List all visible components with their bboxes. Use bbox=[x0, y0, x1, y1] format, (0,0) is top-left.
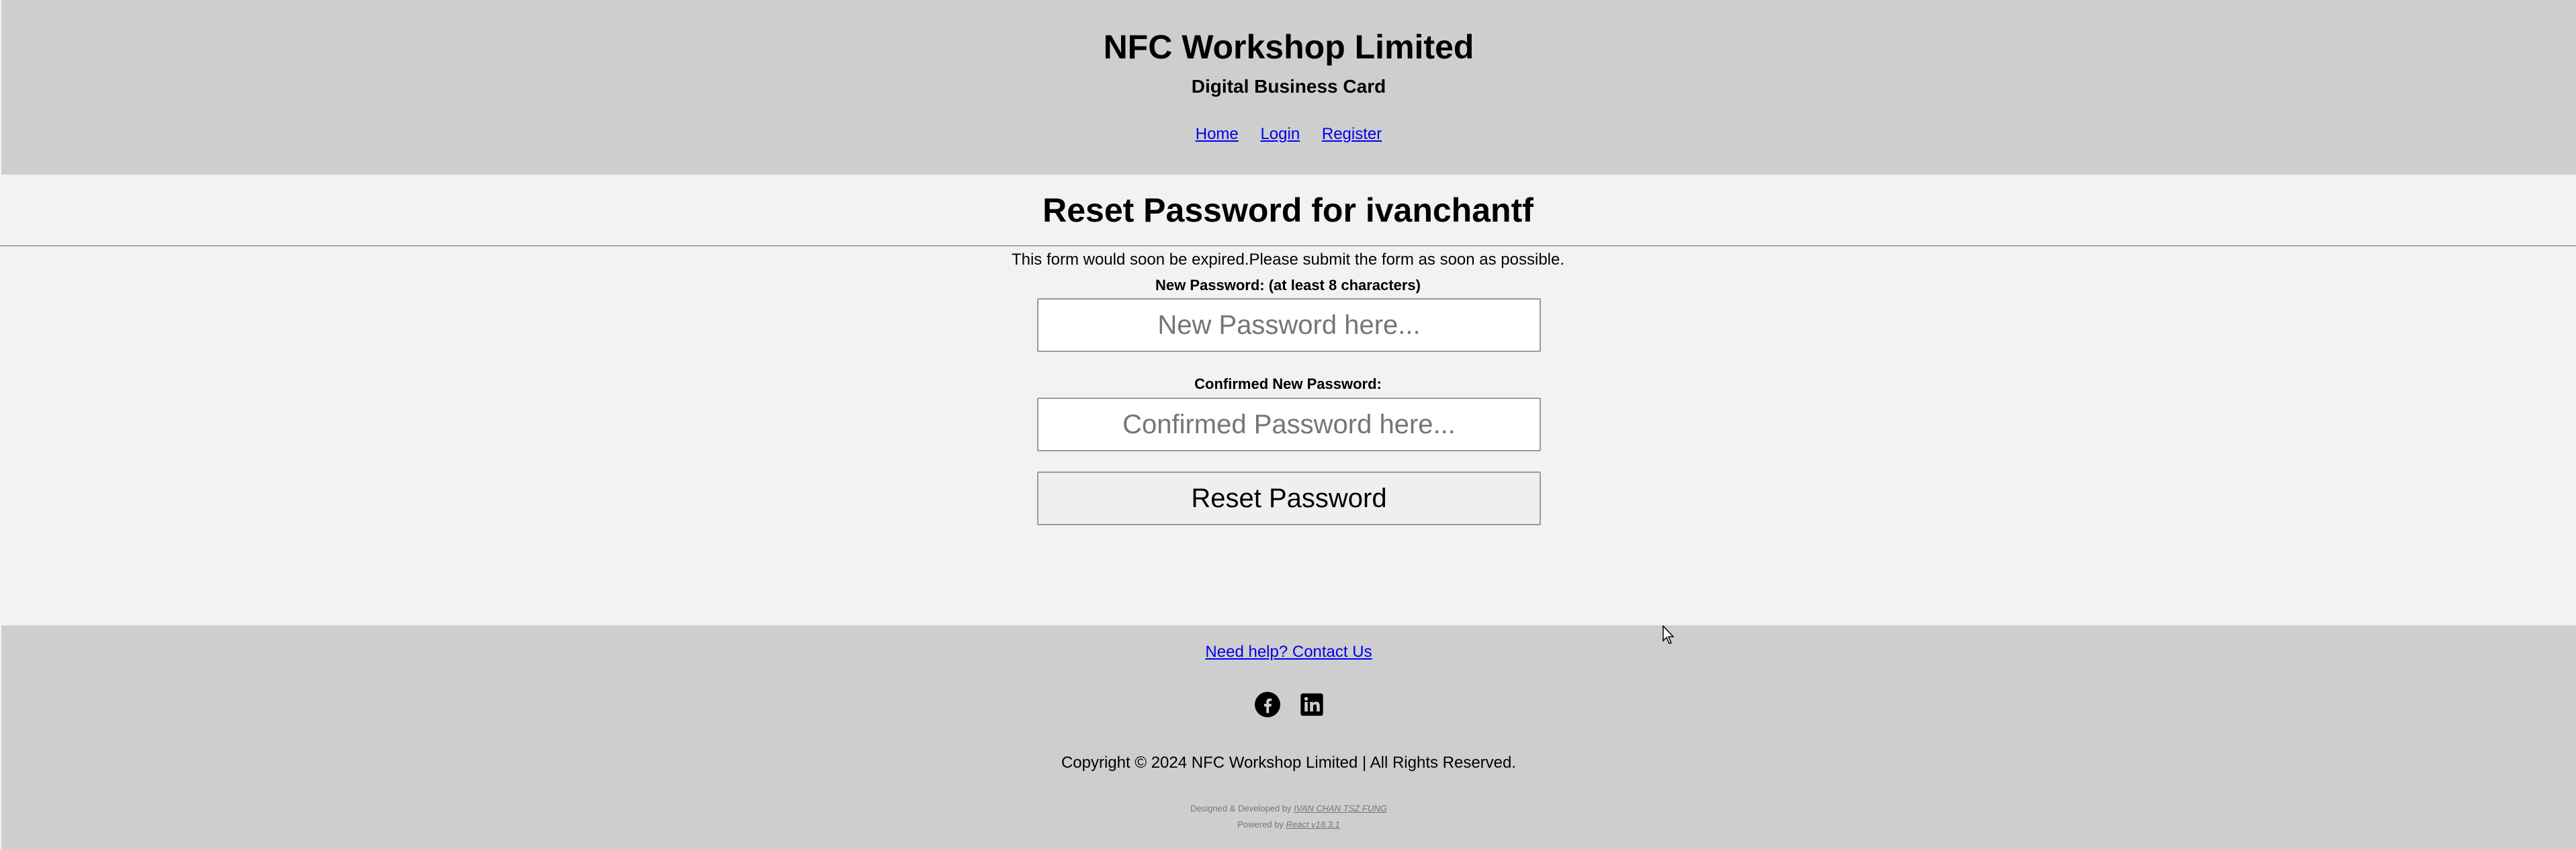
company-name: NFC Workshop Limited bbox=[1103, 28, 1474, 66]
site-footer: Need help? Contact Us Copyright © 2024 N… bbox=[1, 625, 2576, 849]
new-password-label: New Password: (at least 8 characters) bbox=[1155, 277, 1421, 294]
top-nav: Home Login Register bbox=[1, 124, 2576, 144]
react-link[interactable]: React v18.3.1 bbox=[1286, 819, 1340, 830]
designer-credit: Designed & Developed by IVAN CHAN TSZ FU… bbox=[1, 803, 2576, 814]
contact-us-link[interactable]: Need help? Contact Us bbox=[1205, 643, 1372, 661]
confirm-password-input[interactable] bbox=[1037, 398, 1541, 451]
page: NFC Workshop Limited Digital Business Ca… bbox=[0, 0, 2576, 849]
mouse-cursor-icon bbox=[1662, 625, 1675, 644]
tagline: Digital Business Card bbox=[1191, 76, 1386, 97]
help-section: Need help? Contact Us bbox=[1, 642, 2576, 662]
site-header: NFC Workshop Limited Digital Business Ca… bbox=[1, 0, 2576, 175]
designed-by-prefix: Designed & Developed by bbox=[1190, 803, 1292, 813]
powered-by-prefix: Powered by bbox=[1237, 819, 1284, 830]
page-title: Reset Password for ivanchantf bbox=[1042, 191, 1534, 229]
title-band: Reset Password for ivanchantf bbox=[0, 175, 2576, 247]
confirm-password-label: Confirmed New Password: bbox=[1194, 375, 1382, 392]
linkedin-icon[interactable] bbox=[1299, 692, 1325, 717]
nav-login-link[interactable]: Login bbox=[1260, 125, 1300, 143]
designer-link[interactable]: IVAN CHAN TSZ FUNG bbox=[1294, 803, 1387, 813]
facebook-icon[interactable] bbox=[1255, 692, 1280, 717]
social-links bbox=[1255, 692, 1325, 717]
nav-register-link[interactable]: Register bbox=[1322, 125, 1382, 143]
reset-password-button[interactable]: Reset Password bbox=[1037, 472, 1541, 525]
powered-by-credit: Powered by React v18.3.1 bbox=[1, 819, 2576, 830]
nav-home-link[interactable]: Home bbox=[1196, 125, 1239, 143]
copyright-text: Copyright © 2024 NFC Workshop Limited | … bbox=[1061, 754, 1517, 772]
expiry-notice: This form would soon be expired.Please s… bbox=[1011, 251, 1565, 269]
new-password-input[interactable] bbox=[1037, 298, 1541, 352]
